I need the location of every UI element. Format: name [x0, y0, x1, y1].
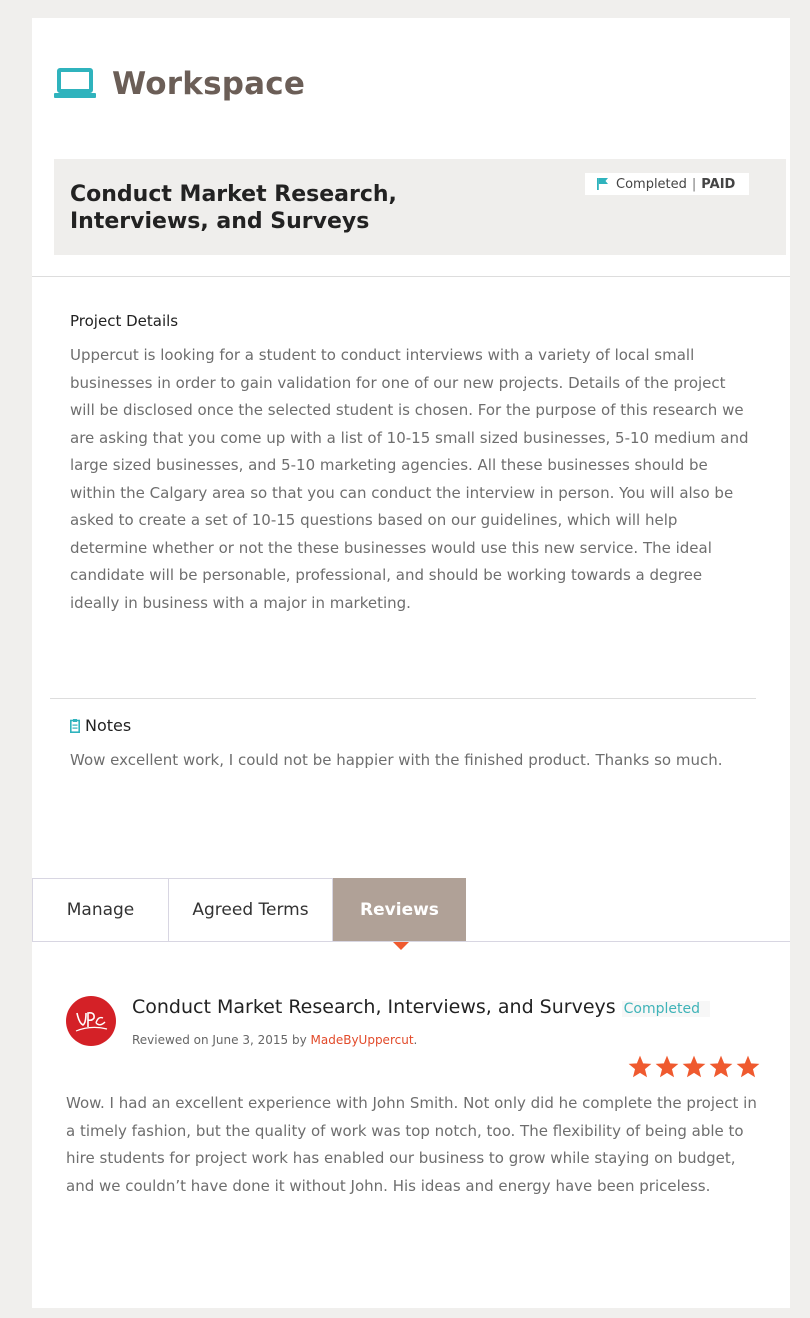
status-separator: | — [691, 176, 697, 192]
review-author-link[interactable]: MadeByUppercut — [311, 1033, 414, 1047]
tab-reviews[interactable]: Reviews — [333, 878, 466, 941]
review-body: Wow. I had an excellent experience with … — [66, 1094, 757, 1195]
review-status-badge: Completed — [621, 1001, 711, 1017]
tab-bar-border — [32, 941, 790, 942]
star-icon — [655, 1055, 679, 1078]
review-meta-suffix: . — [413, 1033, 418, 1047]
tab-manage[interactable]: Manage — [32, 878, 169, 941]
page-title: Workspace — [112, 66, 306, 102]
active-tab-caret — [392, 941, 410, 950]
workspace-header: Workspace — [54, 66, 305, 102]
tab-agreed-terms[interactable]: Agreed Terms — [168, 878, 333, 941]
star-icon — [682, 1055, 706, 1078]
project-title: Conduct Market Research, Interviews, and… — [70, 182, 397, 234]
status-text: Completed — [616, 176, 687, 192]
project-details: Project Details Uppercut is looking for … — [70, 312, 750, 617]
review-title-row: Conduct Market Research, Interviews, and… — [132, 996, 711, 1018]
divider — [50, 698, 756, 699]
workspace-panel: Workspace Conduct Market Research, Inter… — [32, 18, 790, 1308]
uppercut-logo — [75, 1012, 108, 1032]
status-badge: Completed | PAID — [585, 173, 750, 195]
star-icon — [709, 1055, 733, 1078]
review-title[interactable]: Conduct Market Research, Interviews, and… — [132, 996, 616, 1018]
star-icon — [628, 1055, 652, 1078]
notes-heading: Notes — [85, 716, 132, 735]
clipboard-icon — [70, 718, 80, 733]
project-banner: Conduct Market Research, Interviews, and… — [54, 159, 786, 255]
star-rating — [626, 1054, 761, 1080]
payment-status: PAID — [701, 176, 736, 192]
notes-section: Notes Wow excellent work, I could not be… — [70, 716, 750, 775]
review-meta: Reviewed on June 3, 2015 by MadeByUpperc… — [132, 1033, 417, 1047]
avatar — [66, 996, 116, 1046]
laptop-icon — [54, 68, 96, 98]
divider — [32, 276, 790, 277]
star-icon — [736, 1055, 760, 1078]
tab-bar: Manage Agreed Terms Reviews — [32, 878, 790, 950]
review-date: Reviewed on June 3, 2015 by — [132, 1033, 311, 1047]
flag-icon — [597, 178, 608, 190]
notes-body: Wow excellent work, I could not be happi… — [70, 751, 723, 769]
project-details-body: Uppercut is looking for a student to con… — [70, 346, 749, 612]
notes-heading-row: Notes — [70, 716, 750, 735]
project-details-heading: Project Details — [70, 312, 179, 330]
